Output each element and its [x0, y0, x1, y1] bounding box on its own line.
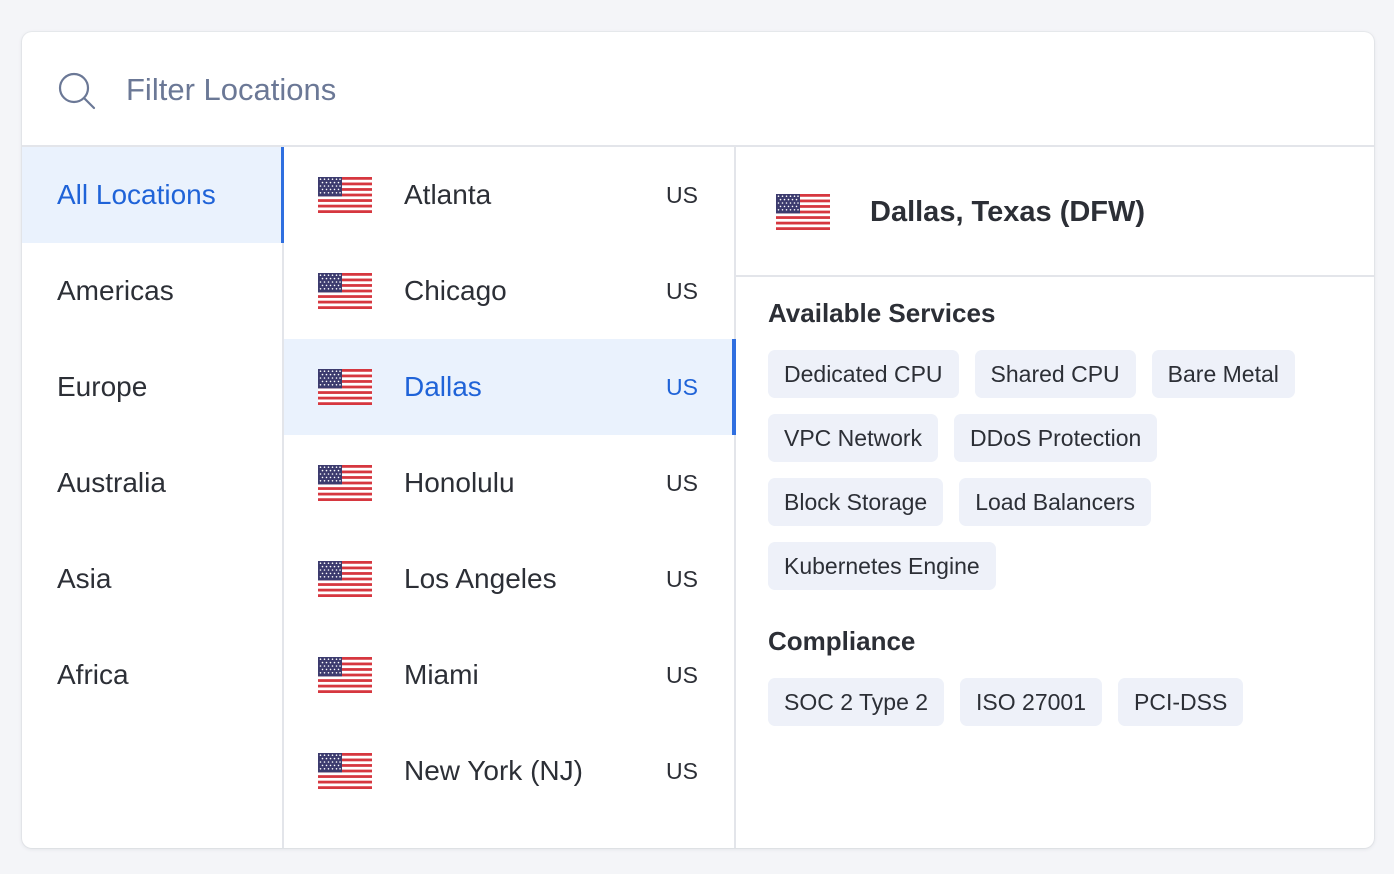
- service-chip: VPC Network: [768, 414, 939, 462]
- region-item-label: Africa: [57, 659, 129, 690]
- city-country-code: US: [666, 566, 698, 592]
- compliance-chip: ISO 27001: [960, 678, 1103, 726]
- compliance-chip-list: SOC 2 Type 2 ISO 27001 PCI-DSS: [768, 678, 1348, 726]
- service-chip: Bare Metal: [1151, 350, 1295, 398]
- region-item-americas[interactable]: Americas: [22, 243, 282, 339]
- region-item-label: Asia: [57, 563, 112, 594]
- filter-locations-input[interactable]: [126, 66, 1026, 114]
- service-chip: Block Storage: [768, 478, 944, 526]
- city-name: Miami: [404, 659, 479, 690]
- location-details-header: Dallas, Texas (DFW): [736, 147, 1374, 277]
- region-item-asia[interactable]: Asia: [22, 531, 282, 627]
- location-picker-card: All Locations Americas Europe Australia …: [22, 32, 1374, 848]
- city-name: Honolulu: [404, 467, 515, 498]
- compliance-heading: Compliance: [768, 626, 916, 656]
- city-list: Atlanta US Chicago US Dallas US Honolulu…: [284, 147, 736, 848]
- us-flag-icon: [318, 561, 372, 597]
- location-search-bar: [22, 32, 1374, 147]
- region-list: All Locations Americas Europe Australia …: [22, 147, 284, 848]
- location-title: Dallas, Texas (DFW): [870, 196, 1146, 228]
- search-icon: [58, 72, 96, 110]
- city-name: New York (NJ): [404, 755, 583, 786]
- city-country-code: US: [666, 278, 698, 304]
- city-item-miami[interactable]: Miami US: [284, 627, 734, 723]
- us-flag-icon: [318, 369, 372, 405]
- city-country-code: US: [666, 470, 698, 496]
- service-chip: DDoS Protection: [954, 414, 1158, 462]
- location-details-panel: Dallas, Texas (DFW) Available Services D…: [736, 147, 1374, 848]
- city-country-code: US: [666, 758, 698, 784]
- city-name: Los Angeles: [404, 563, 557, 594]
- service-chip: Kubernetes Engine: [768, 542, 996, 590]
- city-item-new-york-nj[interactable]: New York (NJ) US: [284, 723, 734, 819]
- city-country-code: US: [666, 182, 698, 208]
- city-item-atlanta[interactable]: Atlanta US: [284, 147, 734, 243]
- city-item-honolulu[interactable]: Honolulu US: [284, 435, 734, 531]
- city-item-chicago[interactable]: Chicago US: [284, 243, 734, 339]
- city-item-los-angeles[interactable]: Los Angeles US: [284, 531, 734, 627]
- city-name: Chicago: [404, 275, 507, 306]
- us-flag-icon: [318, 177, 372, 213]
- compliance-chip: SOC 2 Type 2: [768, 678, 945, 726]
- region-item-label: All Locations: [57, 179, 216, 210]
- us-flag-icon: [318, 465, 372, 501]
- region-item-africa[interactable]: Africa: [22, 627, 282, 723]
- us-flag-icon: [776, 194, 830, 230]
- us-flag-icon: [318, 657, 372, 693]
- region-item-europe[interactable]: Europe: [22, 339, 282, 435]
- city-country-code: US: [666, 662, 698, 688]
- region-item-all-locations[interactable]: All Locations: [22, 147, 284, 243]
- us-flag-icon: [318, 753, 372, 789]
- services-chip-list: Dedicated CPU Shared CPU Bare Metal VPC …: [768, 350, 1348, 590]
- city-name: Dallas: [404, 371, 482, 402]
- compliance-chip: PCI-DSS: [1118, 678, 1244, 726]
- region-item-label: Americas: [57, 275, 174, 306]
- city-country-code: US: [666, 374, 698, 400]
- city-item-dallas[interactable]: Dallas US: [284, 339, 736, 435]
- service-chip: Shared CPU: [974, 350, 1136, 398]
- region-item-australia[interactable]: Australia: [22, 435, 282, 531]
- service-chip: Dedicated CPU: [768, 350, 959, 398]
- us-flag-icon: [318, 273, 372, 309]
- city-name: Atlanta: [404, 179, 492, 210]
- region-item-label: Europe: [57, 371, 148, 402]
- region-item-label: Australia: [57, 467, 166, 498]
- service-chip: Load Balancers: [959, 478, 1152, 526]
- available-services-heading: Available Services: [768, 298, 996, 328]
